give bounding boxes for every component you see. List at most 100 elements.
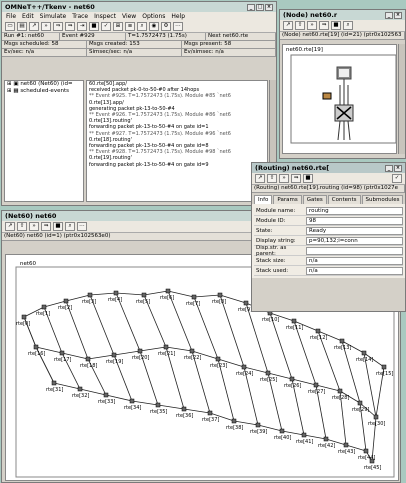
disp-parent-field[interactable] bbox=[306, 246, 403, 255]
router-node[interactable]: rte[34] bbox=[124, 398, 141, 411]
router-node[interactable]: rte[22] bbox=[184, 348, 201, 361]
router-node[interactable]: rte[19] bbox=[106, 352, 123, 365]
stop-icon[interactable]: ■ bbox=[331, 21, 341, 30]
maximize-icon[interactable]: □ bbox=[256, 3, 264, 11]
menu-view[interactable]: View bbox=[122, 13, 136, 20]
tree-item-scheduled[interactable]: ⊞ ▦ scheduled-events bbox=[5, 88, 83, 95]
run-icon[interactable]: » bbox=[307, 21, 317, 30]
router-node[interactable]: rte[41] bbox=[296, 432, 313, 445]
stack-used-field[interactable]: n/a bbox=[306, 266, 403, 275]
menu-options[interactable]: Options bbox=[142, 13, 165, 20]
menu-inspect[interactable]: Inspect bbox=[94, 13, 116, 20]
router-node[interactable]: rte[18] bbox=[80, 356, 97, 369]
tree-item-net60[interactable]: ⊞ ▣ net60 (Net60) (id= bbox=[5, 81, 83, 88]
run-icon[interactable]: » bbox=[41, 22, 51, 31]
options-icon[interactable]: ⚙ bbox=[161, 22, 171, 31]
step-icon[interactable]: ↗ bbox=[283, 21, 293, 30]
stack-size-field[interactable]: n/a bbox=[306, 256, 403, 265]
router-node[interactable]: rte[28] bbox=[332, 388, 349, 401]
node-canvas[interactable]: net60.rte[19] bbox=[282, 44, 397, 154]
object-tree[interactable]: ⊞ ▣ net60 (Net60) (id= ⊞ ▦ scheduled-eve… bbox=[4, 80, 84, 202]
router-node[interactable]: rte[39] bbox=[250, 422, 267, 435]
timeline-icon[interactable]: ⋯ bbox=[173, 22, 183, 31]
find-icon[interactable]: ⌕ bbox=[137, 22, 147, 31]
stop-icon[interactable]: ■ bbox=[53, 222, 63, 231]
minimize-icon[interactable]: _ bbox=[385, 164, 393, 172]
router-node[interactable]: rte[25] bbox=[260, 370, 277, 383]
finish-icon[interactable]: ✓ bbox=[101, 22, 111, 31]
router-node[interactable]: rte[2] bbox=[58, 298, 72, 311]
fast-run-icon[interactable]: ⇛ bbox=[41, 222, 51, 231]
tab-contents[interactable]: Contents bbox=[327, 195, 361, 204]
router-node[interactable]: rte[38] bbox=[226, 418, 243, 431]
router-node[interactable]: rte[20] bbox=[132, 348, 149, 361]
close-icon[interactable]: × bbox=[394, 164, 402, 172]
router-node[interactable]: rte[29] bbox=[352, 400, 369, 413]
fast-run-icon[interactable]: ⇛ bbox=[319, 21, 329, 30]
router-node[interactable]: rte[36] bbox=[176, 406, 193, 419]
parent-icon[interactable]: ⇧ bbox=[17, 222, 27, 231]
zoom-icon[interactable]: ⌕ bbox=[343, 21, 353, 30]
step-icon[interactable]: ↗ bbox=[29, 22, 39, 31]
router-node[interactable]: rte[12] bbox=[310, 328, 327, 341]
tab-submodules[interactable]: Submodules bbox=[361, 195, 404, 204]
router-node[interactable]: rte[4] bbox=[108, 290, 122, 303]
stop-icon[interactable]: ■ bbox=[89, 22, 99, 31]
router-node[interactable]: rte[42] bbox=[318, 436, 335, 449]
router-node[interactable]: rte[1] bbox=[36, 304, 50, 317]
router-node[interactable]: rte[43] bbox=[338, 442, 355, 455]
tab-params[interactable]: Params bbox=[273, 195, 302, 204]
router-node[interactable]: rte[35] bbox=[150, 402, 167, 415]
router-node[interactable]: rte[16] bbox=[28, 344, 45, 357]
parent-icon[interactable]: ⇧ bbox=[267, 174, 277, 183]
fast-run-icon[interactable]: ⇛ bbox=[291, 174, 301, 183]
router-node[interactable]: rte[10] bbox=[262, 310, 279, 323]
network-icon[interactable]: ⊞ bbox=[113, 22, 123, 31]
routing-titlebar[interactable]: (Routing) net60.rte[ _ × bbox=[252, 163, 405, 173]
load-icon[interactable]: ▤ bbox=[17, 22, 27, 31]
close-icon[interactable]: × bbox=[394, 11, 402, 19]
menu-simulate[interactable]: Simulate bbox=[40, 13, 67, 20]
router-node[interactable]: rte[8] bbox=[212, 292, 226, 305]
router-node[interactable]: rte[13] bbox=[334, 338, 351, 351]
zoom-icon[interactable]: ⌕ bbox=[65, 222, 75, 231]
new-run-icon[interactable]: ▭ bbox=[5, 22, 15, 31]
module-name-field[interactable]: routing bbox=[306, 206, 403, 215]
run-icon[interactable]: » bbox=[29, 222, 39, 231]
close-icon[interactable]: × bbox=[265, 3, 273, 11]
display-string-field[interactable]: p=90,132;i=conn bbox=[306, 236, 403, 245]
router-node[interactable]: rte[6] bbox=[160, 288, 174, 301]
step-icon[interactable]: ↗ bbox=[5, 222, 15, 231]
node-scrollbar[interactable] bbox=[398, 44, 405, 154]
apply-icon[interactable]: ✓ bbox=[392, 174, 402, 183]
router-node[interactable]: rte[15] bbox=[376, 364, 393, 377]
state-field[interactable]: Ready bbox=[306, 226, 403, 235]
until-icon[interactable]: ⇥ bbox=[77, 22, 87, 31]
router-node[interactable]: rte[0] bbox=[16, 314, 30, 327]
router-node[interactable]: rte[32] bbox=[72, 386, 89, 399]
router-node[interactable]: rte[23] bbox=[210, 356, 227, 369]
menu-help[interactable]: Help bbox=[171, 13, 185, 20]
module-id-field[interactable]: 98 bbox=[306, 216, 403, 225]
tab-info[interactable]: Info bbox=[254, 195, 273, 204]
router-node[interactable]: rte[37] bbox=[202, 410, 219, 423]
node-titlebar[interactable]: (Node) net60.r _ × bbox=[280, 10, 405, 20]
run-icon[interactable]: » bbox=[279, 174, 289, 183]
watch-icon[interactable]: ◉ bbox=[149, 22, 159, 31]
minimize-icon[interactable]: _ bbox=[385, 11, 393, 19]
router-node[interactable]: rte[24] bbox=[236, 364, 253, 377]
stop-icon[interactable]: ■ bbox=[303, 174, 313, 183]
router-node[interactable]: rte[40] bbox=[274, 428, 291, 441]
parent-icon[interactable]: ⇧ bbox=[295, 21, 305, 30]
minimize-icon[interactable]: _ bbox=[247, 3, 255, 11]
menu-file[interactable]: File bbox=[6, 13, 16, 20]
fast-run-icon[interactable]: ⇒ bbox=[53, 22, 63, 31]
event-log[interactable]: 60.rte[50].app/ received packet pk-0-to-… bbox=[86, 80, 268, 202]
router-node[interactable]: rte[26] bbox=[284, 376, 301, 389]
router-node[interactable]: rte[11] bbox=[286, 318, 303, 331]
main-titlebar[interactable]: OMNeT++/Tkenv - net60 _ □ × bbox=[2, 2, 276, 12]
menu-trace[interactable]: Trace bbox=[72, 13, 88, 20]
router-node[interactable]: rte[33] bbox=[98, 392, 115, 405]
router-node[interactable]: rte[21] bbox=[158, 344, 175, 357]
fes-icon[interactable]: ≡ bbox=[125, 22, 135, 31]
